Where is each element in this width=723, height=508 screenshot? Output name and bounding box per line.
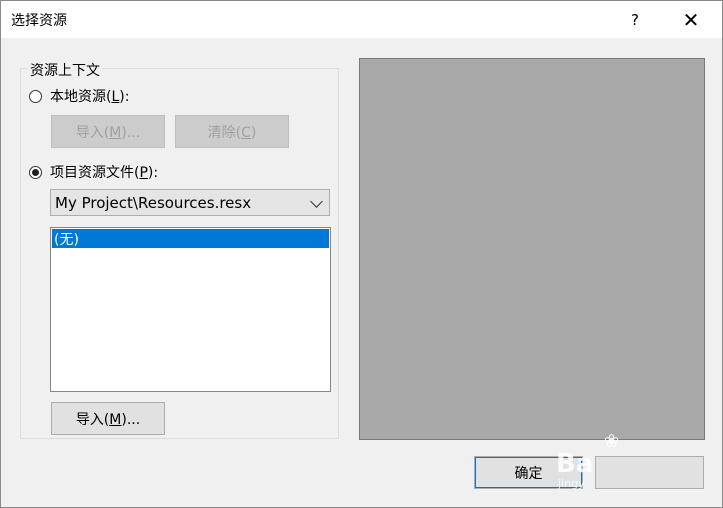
resource-file-select[interactable]: My Project\Resources.resx [50,189,330,216]
local-resource-radio-circle[interactable] [29,89,42,103]
project-resource-label: 项目资源文件(P): [50,165,159,181]
chevron-down-icon[interactable] [310,195,323,208]
select-resource-dialog: 选择资源 ? ✕ 资源上下文 本地资源(L): 导入(M)... 清除(C) 项… [0,0,723,508]
group-legend: 资源上下文 [27,60,103,80]
image-preview [359,58,705,440]
resource-list[interactable]: (无) [50,227,331,392]
import-local-button[interactable]: 导入(M)... [51,115,165,148]
close-icon: ✕ [682,7,700,32]
project-resource-radio[interactable]: 项目资源文件(P): [29,162,158,182]
window-title: 选择资源 [11,13,67,29]
local-resource-label: 本地资源(L): [50,89,130,105]
title-bar: 选择资源 ? ✕ [1,1,722,38]
list-item[interactable]: (无) [52,229,329,248]
project-resource-radio-circle[interactable] [29,165,42,179]
resource-file-value: My Project\Resources.resx [55,193,252,212]
import-project-button[interactable]: 导入(M)... [51,402,165,435]
close-button[interactable]: ✕ [668,1,714,38]
watermark-logo: ❀ Ba jingy [556,431,620,490]
help-button[interactable]: ? [612,1,658,38]
paw-icon: ❀ [604,431,620,452]
help-icon: ? [631,10,639,29]
clear-button[interactable]: 清除(C) [175,115,289,148]
local-resource-radio[interactable]: 本地资源(L): [29,86,129,106]
